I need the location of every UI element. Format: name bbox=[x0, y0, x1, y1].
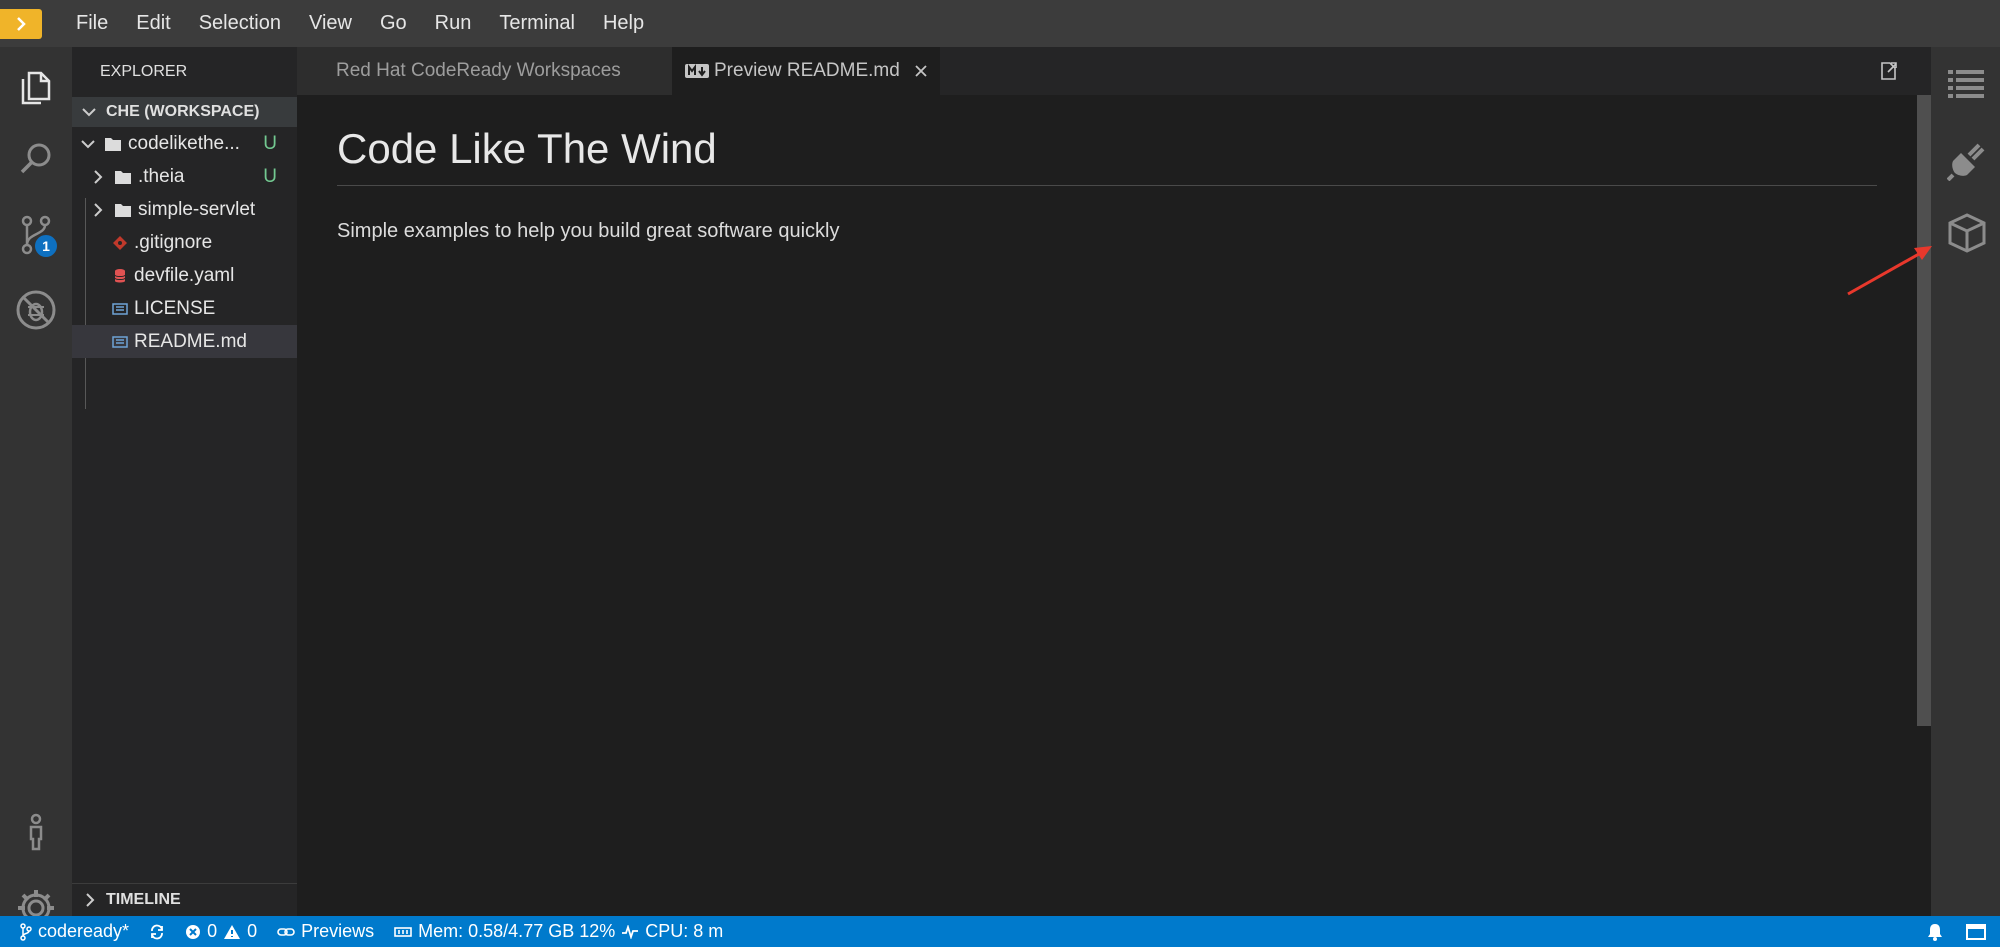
chevron-right-icon bbox=[94, 202, 103, 217]
workspace-header[interactable]: CHE (WORKSPACE) bbox=[72, 97, 297, 127]
menu-run[interactable]: Run bbox=[421, 0, 486, 47]
warning-icon bbox=[224, 924, 241, 939]
close-icon[interactable] bbox=[914, 64, 928, 78]
error-icon bbox=[186, 924, 201, 939]
text-file-icon bbox=[112, 302, 128, 315]
annotation-arrow bbox=[1847, 246, 1932, 296]
tree-item-codelikethe[interactable]: codelikethe... U bbox=[72, 127, 297, 160]
tree-item-license[interactable]: LICENSE bbox=[72, 292, 297, 325]
outline-icon[interactable] bbox=[1947, 67, 1985, 99]
chevron-right-icon bbox=[17, 16, 26, 31]
menu-selection[interactable]: Selection bbox=[185, 0, 295, 47]
menu-bar: File Edit Selection View Go Run Terminal… bbox=[0, 0, 2000, 47]
search-icon[interactable] bbox=[0, 129, 72, 189]
plugins-icon[interactable] bbox=[1947, 139, 1989, 181]
tree-item-theia[interactable]: .theia U bbox=[72, 160, 297, 193]
account-icon[interactable] bbox=[0, 803, 72, 863]
folder-icon bbox=[115, 170, 131, 184]
app-logo[interactable] bbox=[0, 8, 42, 39]
timeline-section[interactable]: TIMELINE bbox=[72, 883, 297, 916]
pulse-icon bbox=[622, 924, 639, 939]
tab-codeready-workspaces[interactable]: Red Hat CodeReady Workspaces bbox=[297, 47, 672, 95]
menu-edit[interactable]: Edit bbox=[122, 0, 184, 47]
activity-bar: 1 bbox=[0, 47, 72, 926]
heading-divider bbox=[337, 185, 1877, 186]
tree-item-devfile[interactable]: devfile.yaml bbox=[72, 259, 297, 292]
chevron-right-icon bbox=[86, 893, 95, 907]
tab-bar: Red Hat CodeReady Workspaces Preview REA… bbox=[297, 47, 1931, 95]
menu-terminal[interactable]: Terminal bbox=[485, 0, 589, 47]
problems-status[interactable]: 0 0 bbox=[185, 921, 257, 942]
chevron-down-icon bbox=[72, 107, 106, 117]
explorer-icon[interactable] bbox=[0, 57, 72, 117]
tab-label: Preview README.md bbox=[714, 60, 900, 81]
menu-go[interactable]: Go bbox=[366, 0, 421, 47]
warning-count: 0 bbox=[247, 921, 258, 941]
sync-status[interactable] bbox=[149, 924, 165, 940]
link-icon bbox=[277, 927, 295, 936]
tree-item-label: devfile.yaml bbox=[134, 264, 235, 286]
menu-file[interactable]: File bbox=[62, 0, 122, 47]
preview-paragraph: Simple examples to help you build great … bbox=[337, 220, 840, 242]
error-count: 0 bbox=[207, 921, 218, 941]
tree-item-label: .gitignore bbox=[134, 231, 213, 253]
menu-view[interactable]: View bbox=[295, 0, 366, 47]
folder-icon bbox=[105, 137, 121, 151]
tree-item-label: LICENSE bbox=[134, 297, 216, 319]
right-side-panel bbox=[1931, 47, 2000, 916]
memory-label: Mem: 0.58/4.77 GB 12% bbox=[418, 921, 616, 941]
previews-label: Previews bbox=[301, 921, 375, 941]
markdown-icon bbox=[685, 64, 709, 78]
chevron-down-icon bbox=[81, 139, 95, 148]
git-status-untracked: U bbox=[263, 132, 277, 154]
tree-item-label: codelikethe... bbox=[128, 132, 240, 154]
tree-item-simple-servlet[interactable]: simple-servlet bbox=[72, 193, 297, 226]
scm-badge: 1 bbox=[33, 233, 59, 259]
git-branch-icon bbox=[20, 922, 32, 941]
status-bar: codeready* 0 0 Previews Mem: 0.58/4.77 G bbox=[0, 916, 2000, 947]
cpu-label: CPU: 8 m bbox=[645, 921, 724, 941]
scrollbar-thumb[interactable] bbox=[1917, 95, 1931, 726]
tree-item-label: README.md bbox=[134, 330, 247, 352]
tree-item-label: .theia bbox=[138, 165, 185, 187]
timeline-label: TIMELINE bbox=[106, 891, 181, 908]
workspace-label: CHE (WORKSPACE) bbox=[106, 103, 260, 120]
resource-status: Mem: 0.58/4.77 GB 12% CPU: 8 m bbox=[394, 921, 723, 942]
sidebar-title: EXPLORER bbox=[100, 63, 188, 80]
branch-label: codeready* bbox=[38, 921, 130, 941]
debug-icon[interactable] bbox=[0, 280, 72, 340]
branch-status[interactable]: codeready* bbox=[20, 921, 129, 942]
open-source-icon[interactable] bbox=[1879, 59, 1899, 81]
chevron-right-icon bbox=[94, 169, 103, 184]
previews-status[interactable]: Previews bbox=[277, 921, 374, 942]
markdown-preview: Code Like The Wind Simple examples to he… bbox=[297, 95, 1931, 916]
git-status-untracked: U bbox=[263, 165, 277, 187]
git-file-icon bbox=[113, 235, 127, 250]
memory-icon bbox=[394, 926, 412, 937]
layout-icon[interactable] bbox=[1966, 923, 1986, 941]
explorer-sidebar: EXPLORER CHE (WORKSPACE) codelikethe... … bbox=[72, 47, 297, 916]
markdown-file-icon bbox=[112, 335, 128, 348]
tree-item-label: simple-servlet bbox=[138, 198, 256, 220]
tree-item-readme[interactable]: README.md bbox=[72, 325, 297, 358]
tree-item-gitignore[interactable]: .gitignore bbox=[72, 226, 297, 259]
source-control-icon[interactable]: 1 bbox=[0, 205, 72, 265]
bell-icon[interactable] bbox=[1926, 922, 1944, 942]
workspace-box-icon[interactable] bbox=[1946, 212, 1988, 254]
database-icon bbox=[114, 268, 126, 282]
tab-preview-readme[interactable]: Preview README.md bbox=[672, 47, 940, 95]
menu-help[interactable]: Help bbox=[589, 0, 658, 47]
preview-heading: Code Like The Wind bbox=[337, 125, 717, 172]
tab-label: Red Hat CodeReady Workspaces bbox=[336, 60, 621, 81]
folder-icon bbox=[115, 203, 131, 217]
sync-icon bbox=[151, 924, 163, 939]
